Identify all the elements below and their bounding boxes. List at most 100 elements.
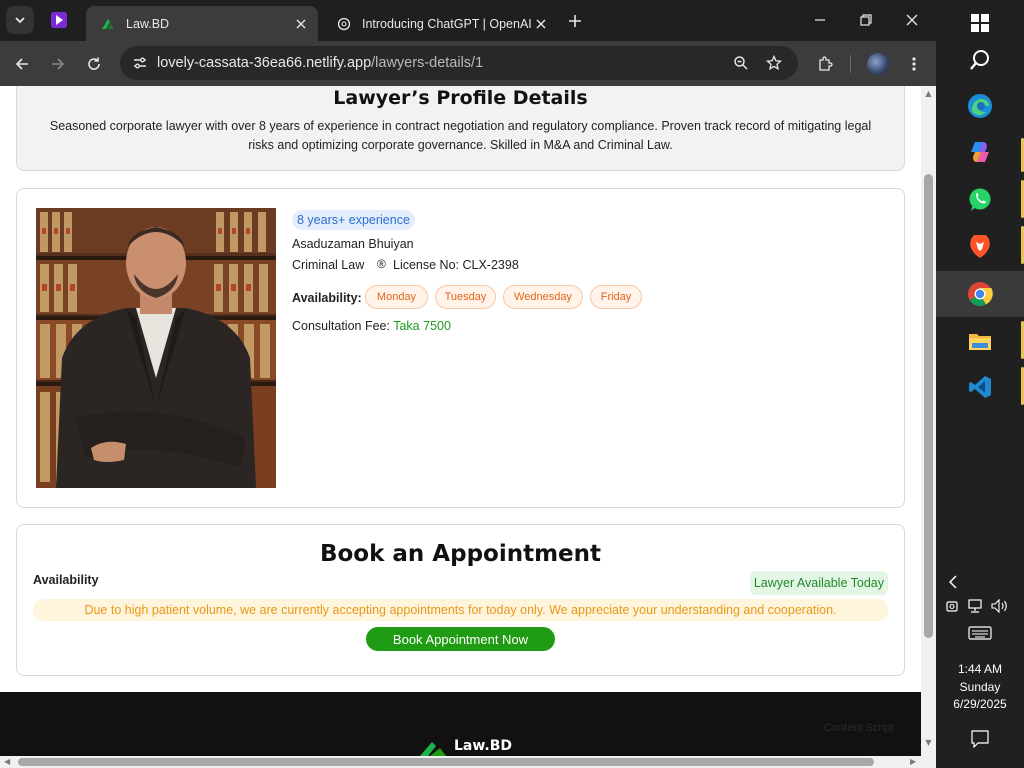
taskbar-edge[interactable] (936, 83, 1024, 129)
new-tab-button[interactable] (564, 10, 586, 32)
footer-brand[interactable]: Law.BD (418, 736, 512, 756)
puzzle-icon (819, 56, 833, 71)
close-window-button[interactable] (889, 0, 935, 40)
horizontal-scroll-thumb[interactable] (18, 758, 874, 766)
edge-icon (968, 94, 992, 118)
browser-menu-button[interactable] (900, 50, 928, 78)
windows-taskbar (936, 0, 1024, 768)
lawyer-photo (36, 208, 276, 488)
taskbar-file-explorer[interactable] (936, 318, 1024, 364)
profile-summary: Seasoned corporate lawyer with over 8 ye… (49, 119, 872, 152)
profile-summary-card: Lawyer’s Profile Details Seasoned corpor… (16, 86, 905, 171)
lawyer-card: 8 years+ experience Asaduzaman Bhuiyan C… (16, 188, 905, 508)
chevron-left-icon (949, 575, 957, 589)
url-path: /lawyers-details/1 (371, 55, 484, 71)
lawyer-name: Asaduzaman Bhuiyan (292, 237, 414, 251)
vertical-scroll-thumb[interactable] (924, 174, 933, 638)
lawbd-favicon-icon (100, 16, 116, 32)
scroll-right-icon[interactable]: ▶ (910, 757, 916, 766)
booking-availability-label: Availability (33, 573, 99, 587)
fee-amount: Taka 7500 (393, 319, 451, 333)
book-appointment-button[interactable]: Book Appointment Now (366, 627, 555, 651)
page-viewport: Lawyer’s Profile Details Seasoned corpor… (0, 86, 921, 756)
browser-toolbar: lovely-cassata-36ea66.netlify.app/lawyer… (0, 41, 936, 86)
scroll-left-icon[interactable]: ◀ (4, 757, 10, 766)
profile-avatar[interactable] (867, 53, 889, 75)
clock-time: 1:44 AM (957, 662, 1003, 676)
tab-strip: Law.BD Introducing ChatGPT | OpenAI (0, 0, 936, 41)
forward-button[interactable] (44, 50, 72, 78)
close-tab-icon[interactable] (292, 15, 310, 33)
url-host: lovely-cassata-36ea66.netlify.app (157, 55, 372, 71)
reload-button[interactable] (80, 50, 108, 78)
lawyer-specialty: Criminal Law (292, 258, 365, 272)
address-bar[interactable]: lovely-cassata-36ea66.netlify.app/lawyer… (120, 46, 798, 80)
bookmark-star-icon[interactable] (762, 51, 786, 75)
folder-icon (969, 334, 991, 350)
tab-search-button[interactable] (6, 6, 34, 34)
close-icon (906, 14, 918, 26)
registered-icon: ® (377, 257, 386, 271)
footer-faint-text: Content Script (824, 722, 894, 734)
status-badge: Lawyer Available Today (749, 571, 888, 595)
lawbd-logo-icon (420, 742, 446, 756)
booking-card: Book an Appointment Availability Lawyer … (16, 524, 905, 676)
zoom-icon[interactable] (729, 51, 753, 75)
site-footer: Law.BD Content Script (0, 692, 921, 756)
taskbar-vscode[interactable] (936, 364, 1024, 410)
vertical-scrollbar[interactable]: ▲ ▼ (921, 86, 936, 756)
tray-camera-icon[interactable] (944, 598, 960, 614)
tab-lawbd[interactable]: Law.BD (86, 6, 318, 41)
search-button[interactable] (936, 37, 1024, 83)
site-info-icon[interactable] (128, 51, 152, 75)
booking-heading: Book an Appointment (319, 541, 602, 567)
search-icon (970, 50, 989, 70)
availability-label: Availability: (292, 291, 362, 305)
taskbar-whatsapp[interactable] (936, 177, 1024, 223)
network-icon[interactable] (966, 598, 984, 614)
chevron-down-icon (15, 17, 25, 24)
openai-favicon-icon (336, 16, 352, 32)
reload-icon (88, 57, 100, 70)
plus-icon (569, 15, 581, 27)
close-tab-icon[interactable] (532, 15, 550, 33)
back-button[interactable] (8, 50, 36, 78)
whatsapp-icon (969, 188, 991, 211)
vscode-icon (969, 376, 991, 398)
volume-icon[interactable] (990, 598, 1010, 614)
notifications-button[interactable] (970, 729, 990, 749)
day-chip-monday: Monday (365, 285, 428, 309)
taskbar-clock[interactable]: 1:44 AM Sunday 6/29/2025 (936, 661, 1024, 714)
notification-icon (971, 730, 989, 748)
minimize-icon (815, 19, 825, 21)
toolbar-divider (850, 55, 851, 73)
minimize-button[interactable] (797, 0, 843, 40)
scroll-down-icon[interactable]: ▼ (924, 738, 933, 747)
day-chip-tuesday: Tuesday (435, 285, 496, 309)
url-text: lovely-cassata-36ea66.netlify.app/lawyer… (157, 55, 483, 71)
more-vertical-icon (912, 57, 916, 71)
brave-icon (970, 235, 990, 258)
day-chip-wednesday: Wednesday (503, 285, 583, 309)
show-hidden-icons-button[interactable] (946, 574, 960, 590)
arrow-left-icon (15, 58, 28, 70)
scroll-up-icon[interactable]: ▲ (924, 89, 933, 98)
arrow-right-icon (52, 58, 65, 70)
taskbar-copilot[interactable] (936, 129, 1024, 175)
clock-day: Sunday (959, 679, 1001, 694)
restore-button[interactable] (843, 0, 889, 40)
taskbar-chrome[interactable] (936, 271, 1024, 317)
windows-start-icon (971, 14, 989, 32)
day-chip-friday: Friday (590, 285, 642, 309)
consultation-fee: Consultation Fee: Taka 7500 (292, 319, 451, 333)
pinned-tab[interactable] (50, 11, 68, 29)
horizontal-scrollbar[interactable]: ◀ ▶ (0, 756, 936, 768)
copilot-icon (971, 142, 989, 162)
restore-icon (860, 14, 872, 26)
taskbar-brave[interactable] (936, 223, 1024, 269)
chrome-icon (968, 282, 993, 307)
clock-date: 6/29/2025 (953, 697, 1007, 711)
extensions-button[interactable] (811, 50, 839, 78)
touch-keyboard-icon[interactable] (968, 625, 992, 641)
tab-chatgpt[interactable]: Introducing ChatGPT | OpenAI (322, 6, 558, 41)
